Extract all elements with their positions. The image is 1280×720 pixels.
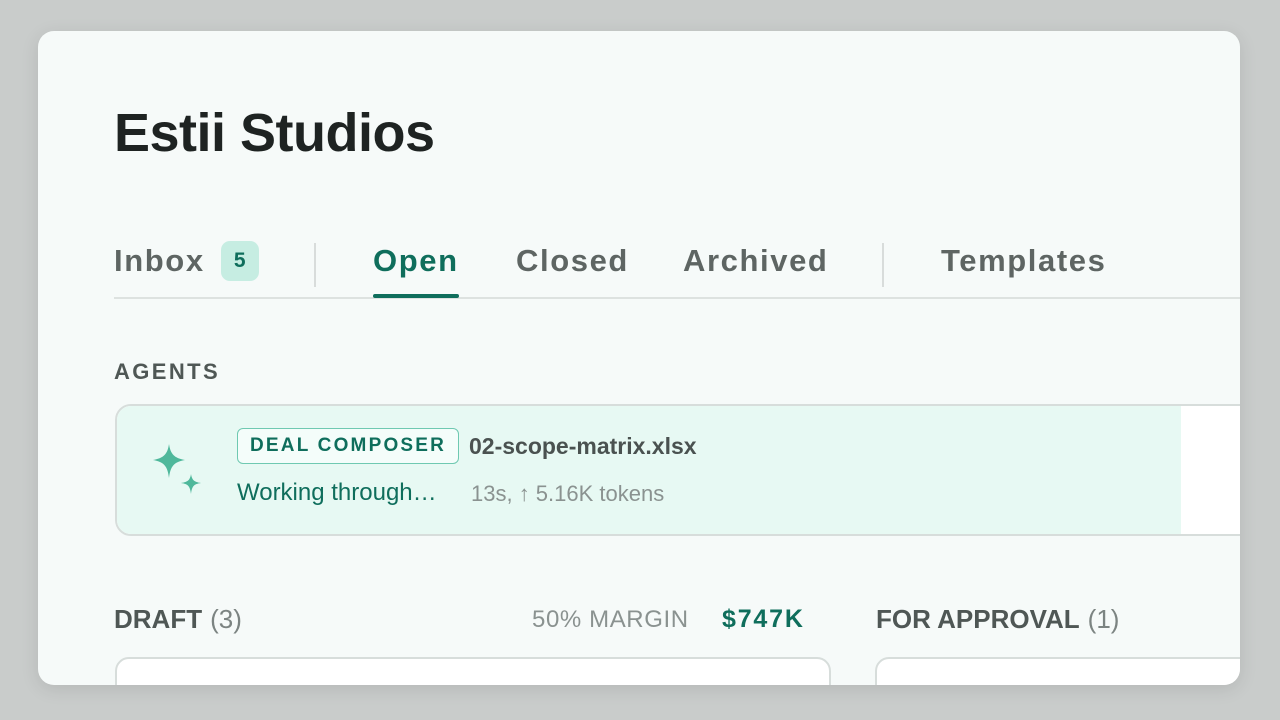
draft-margin-label: 50% MARGIN <box>532 606 689 633</box>
tab-label: Closed <box>516 243 629 278</box>
draft-count: (3) <box>210 604 242 634</box>
inbox-count-badge: 5 <box>220 241 259 281</box>
for-approval-column-header: FOR APPROVAL (1) <box>876 601 1119 637</box>
tab-divider <box>314 243 316 287</box>
agent-type-tag: DEAL COMPOSER <box>237 428 460 464</box>
tab-templates[interactable]: Templates <box>941 227 1106 295</box>
draft-column-header: DRAFT (3) <box>114 601 242 637</box>
agents-section-label: AGENTS <box>114 359 221 384</box>
app-window: Estii Studios Inbox 5 Open Closed Archiv… <box>38 31 1240 685</box>
page-title: Estii Studios <box>114 103 435 163</box>
draft-card[interactable] <box>115 657 831 685</box>
tab-label: Templates <box>941 243 1107 278</box>
tab-bar: Inbox 5 Open Closed Archived Templates <box>114 227 1240 299</box>
sparkle-icon <box>153 444 201 494</box>
agent-status-text: Working through… <box>237 479 437 506</box>
agent-progress-fill <box>117 406 1181 534</box>
for-approval-count: (1) <box>1087 604 1120 634</box>
agent-card[interactable]: DEAL COMPOSER 02-scope-matrix.xlsx Worki… <box>115 404 1240 536</box>
agent-file-name[interactable]: 02-scope-matrix.xlsx <box>469 430 697 462</box>
tab-open[interactable]: Open <box>373 227 459 298</box>
for-approval-label: FOR APPROVAL <box>876 604 1080 634</box>
tab-label: Open <box>373 243 459 278</box>
agent-meta-text: 13s, ↑ 5.16K tokens <box>471 481 665 506</box>
tab-closed[interactable]: Closed <box>516 227 629 295</box>
for-approval-card[interactable] <box>875 657 1240 685</box>
tab-inbox[interactable]: Inbox 5 <box>114 227 259 295</box>
tab-archived[interactable]: Archived <box>683 227 828 295</box>
draft-margin-value: $747K <box>722 605 805 633</box>
tab-label: Archived <box>683 243 829 278</box>
tab-label: Inbox <box>114 243 205 278</box>
tab-divider <box>882 243 884 287</box>
draft-label: DRAFT <box>114 604 203 634</box>
